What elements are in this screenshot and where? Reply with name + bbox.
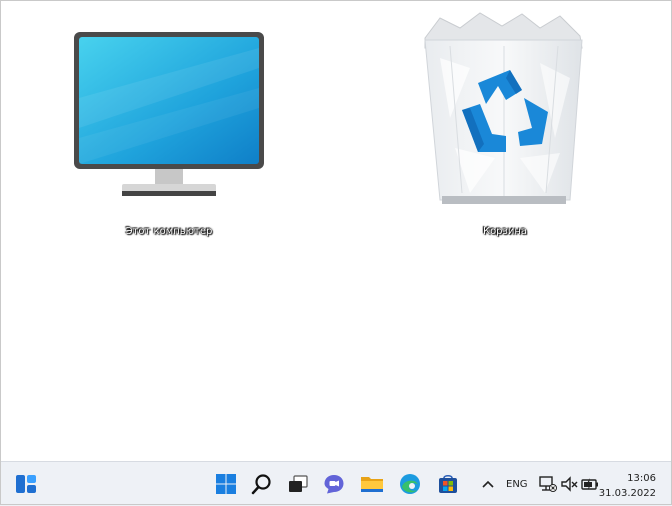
edge-browser-icon bbox=[400, 474, 420, 494]
desktop-icon-this-pc[interactable]: Этот компьютер bbox=[64, 28, 274, 243]
task-view-icon bbox=[289, 475, 308, 492]
desktop-icon-label: Корзина bbox=[482, 226, 528, 237]
chat-button[interactable] bbox=[320, 470, 348, 498]
edge-button[interactable] bbox=[396, 470, 424, 498]
recycle-bin-icon bbox=[424, 12, 583, 204]
start-button[interactable] bbox=[212, 470, 240, 498]
show-hidden-icons-button[interactable] bbox=[474, 470, 502, 498]
file-explorer-button[interactable] bbox=[358, 470, 386, 498]
widgets-button[interactable] bbox=[12, 470, 40, 498]
store-button[interactable] bbox=[434, 470, 462, 498]
network-disconnected-icon bbox=[539, 476, 557, 492]
clock[interactable]: 13:06 31.03.2022 bbox=[599, 471, 656, 501]
chevron-up-icon bbox=[482, 480, 494, 488]
battery-charging-icon bbox=[581, 478, 598, 490]
file-explorer-icon bbox=[361, 477, 383, 492]
teams-chat-icon bbox=[324, 475, 344, 494]
taskbar: ENG 13:06 31.03.2022 bbox=[0, 461, 672, 506]
search-icon bbox=[251, 474, 271, 495]
widgets-icon bbox=[16, 475, 36, 493]
input-language-indicator[interactable]: ENG bbox=[506, 479, 528, 490]
clock-time: 13:06 bbox=[627, 473, 656, 484]
this-pc-monitor-icon bbox=[74, 32, 264, 196]
clock-date: 31.03.2022 bbox=[598, 488, 656, 499]
task-view-button[interactable] bbox=[284, 470, 312, 498]
desktop-icon-label: Этот компьютер bbox=[125, 226, 213, 237]
desktop-icon-recycle-bin[interactable]: Корзина bbox=[410, 8, 600, 243]
start-windows-icon bbox=[216, 474, 236, 494]
search-button[interactable] bbox=[248, 470, 276, 498]
microsoft-store-icon bbox=[439, 474, 457, 493]
